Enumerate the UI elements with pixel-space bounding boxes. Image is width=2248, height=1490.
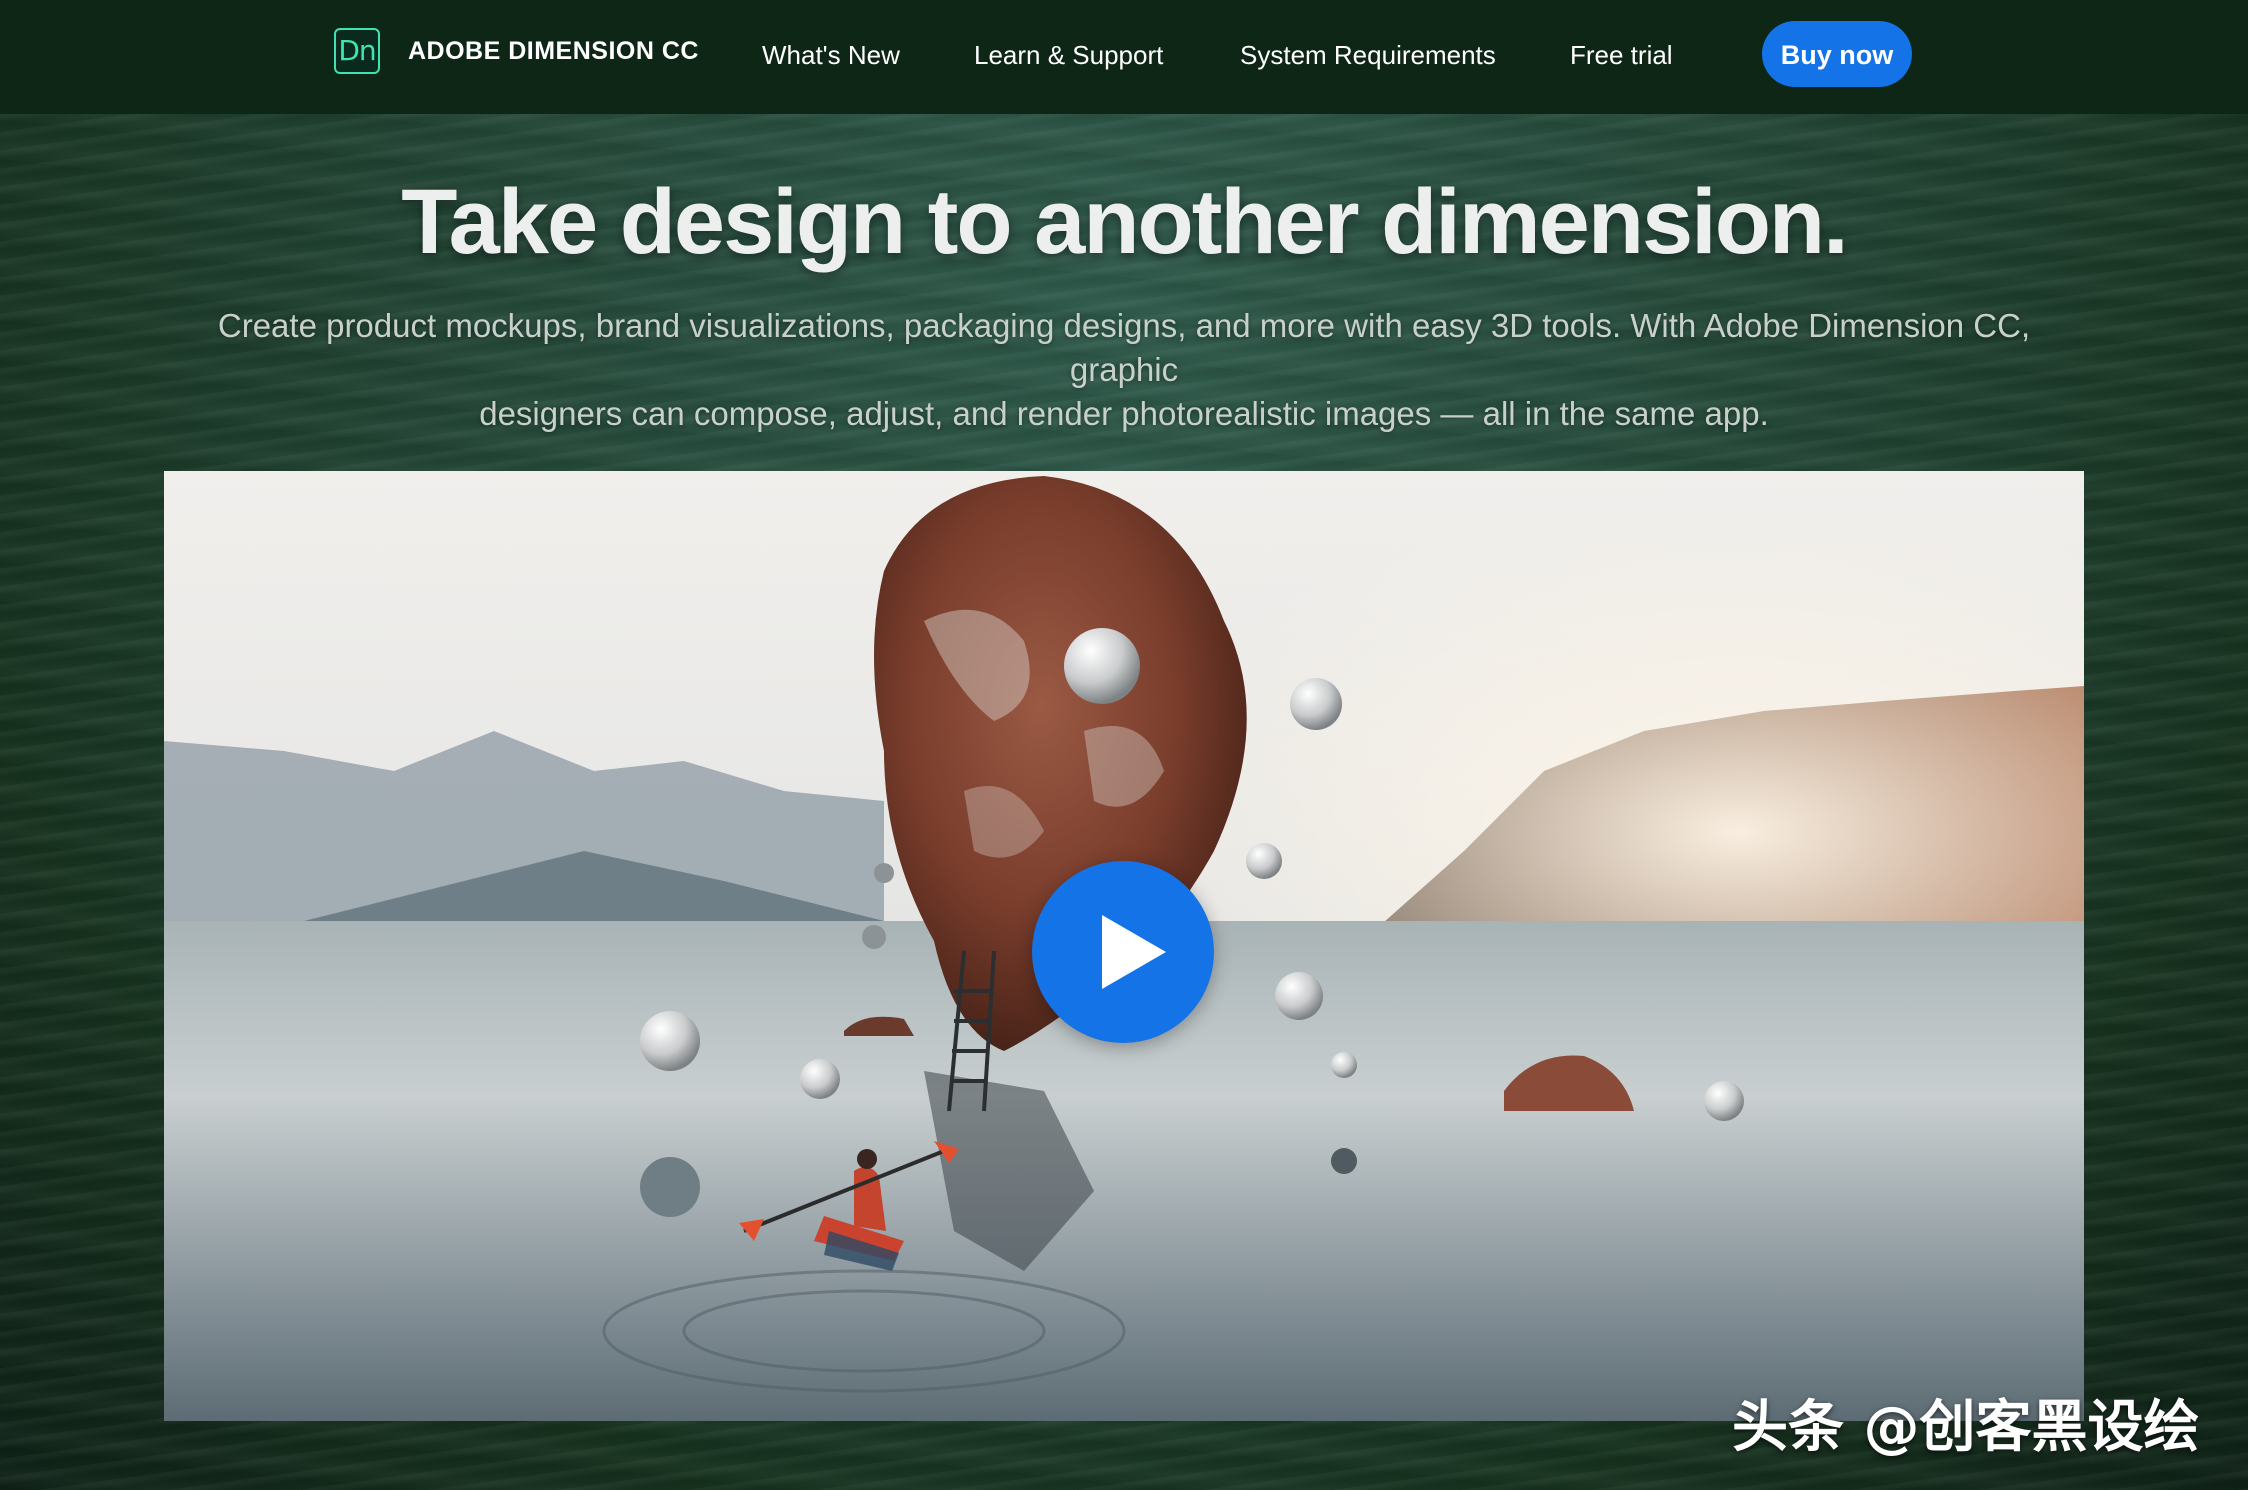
- nav-link-learn-support[interactable]: Learn & Support: [974, 38, 1163, 72]
- nav-link-free-trial[interactable]: Free trial: [1570, 38, 1673, 72]
- nav-link-system-requirements[interactable]: System Requirements: [1240, 38, 1496, 72]
- hero-description-line-1: Create product mockups, brand visualizat…: [217, 307, 2031, 388]
- top-navigation-bar: Dn ADOBE DIMENSION CC What's New Learn &…: [0, 0, 2248, 114]
- play-video-button[interactable]: [1032, 861, 1214, 1043]
- page-headline: Take design to another dimension.: [401, 171, 1848, 273]
- hero-description-line-2: designers can compose, adjust, and rende…: [479, 395, 1769, 432]
- brand[interactable]: Dn ADOBE DIMENSION CC: [334, 28, 699, 74]
- hero-description: Create product mockups, brand visualizat…: [180, 304, 2068, 436]
- brand-name: ADOBE DIMENSION CC: [408, 36, 699, 65]
- dimension-logo-icon: Dn: [334, 28, 380, 74]
- play-icon: [1102, 915, 1166, 989]
- watermark-text: 头条 @创客黑设绘: [1732, 1395, 2200, 1460]
- hero-video-player[interactable]: [164, 471, 2084, 1421]
- nav-link-whats-new[interactable]: What's New: [762, 38, 900, 72]
- buy-now-button[interactable]: Buy now: [1762, 21, 1912, 87]
